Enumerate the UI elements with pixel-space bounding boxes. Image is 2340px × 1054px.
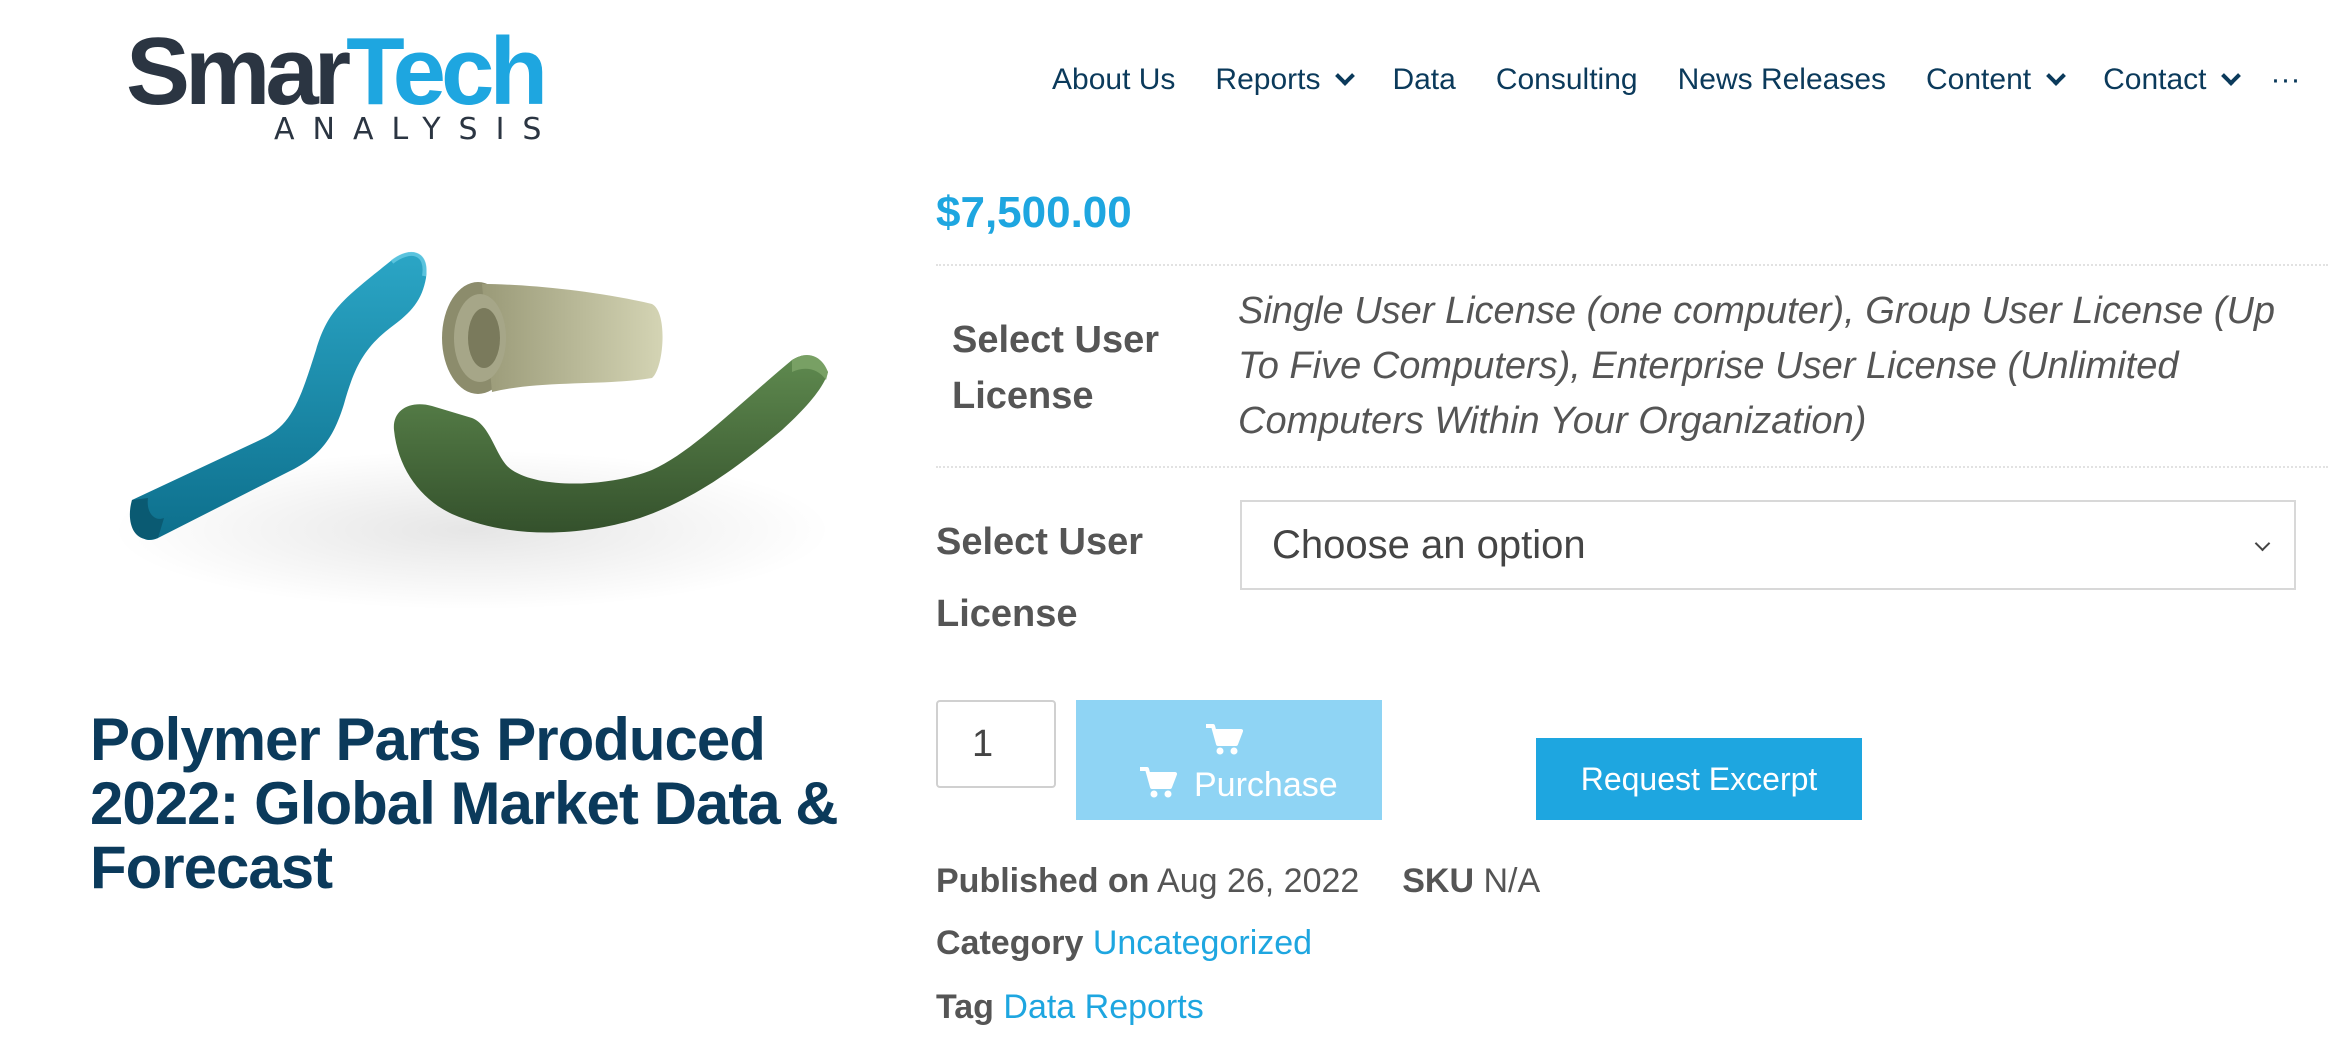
attribute-label: Select User License — [952, 319, 1160, 417]
nav-item-contact[interactable]: Contact — [2103, 63, 2242, 97]
published-date: Aug 26, 2022 — [1157, 862, 1360, 900]
category-link[interactable]: Uncategorized — [1093, 924, 1312, 962]
purchase-button[interactable]: Purchase — [1076, 700, 1382, 820]
chevron-down-icon — [2221, 66, 2242, 86]
published-label: Published on — [936, 862, 1150, 900]
sku-value: N/A — [1483, 862, 1541, 900]
product-image — [112, 252, 832, 610]
divider — [936, 466, 2328, 468]
nav-item-content[interactable]: Content — [1926, 63, 2066, 97]
attribute-value: Single User License (one computer), Grou… — [1238, 290, 2276, 442]
tag-link[interactable]: Data Reports — [1003, 988, 1203, 1026]
nav-label: Consulting — [1495, 63, 1638, 96]
chevron-down-icon — [2254, 535, 2271, 552]
variation-label: Select User License — [936, 521, 1144, 635]
nav-label: Content — [1926, 63, 2032, 96]
site-logo[interactable]: SmarTech ANALYSIS — [126, 24, 548, 148]
nav-label: Data — [1392, 63, 1456, 96]
license-select-value: Choose an option — [1272, 522, 1586, 567]
nav-label: News Releases — [1677, 63, 1887, 96]
quantity-input[interactable]: 1 — [936, 700, 1056, 788]
logo-word-2: Tech — [346, 18, 548, 125]
sku-label: SKU — [1402, 862, 1475, 900]
product-meta-category: Category Uncategorized — [936, 924, 1312, 963]
main-nav: About Us Reports Data Consulting News Re… — [1052, 60, 2300, 100]
nav-item-consulting[interactable]: Consulting — [1496, 63, 1638, 97]
nav-item-about-us[interactable]: About Us — [1052, 63, 1175, 97]
chevron-down-icon — [1335, 66, 1356, 86]
purchase-label: Purchase — [1194, 766, 1338, 804]
product-meta-tag: Tag Data Reports — [936, 988, 1204, 1027]
nav-label: Contact — [2103, 63, 2207, 96]
category-label: Category — [936, 924, 1084, 962]
logo-subtitle: ANALYSIS — [274, 112, 560, 147]
nav-more-icon[interactable]: ··· — [2270, 63, 2300, 97]
divider — [936, 264, 2328, 266]
cart-icon — [1140, 767, 1177, 798]
nav-label: About Us — [1052, 63, 1176, 96]
logo-word-1: Smar — [126, 18, 351, 125]
nav-label: Reports — [1215, 63, 1321, 96]
license-select[interactable]: Choose an option — [1240, 500, 2296, 590]
request-excerpt-button[interactable]: Request Excerpt — [1536, 738, 1862, 820]
product-title: Polymer Parts Produced 2022: Global Mark… — [90, 706, 839, 902]
product-price: $7,500.00 — [936, 188, 1132, 237]
chevron-down-icon — [2046, 66, 2066, 86]
cart-icon — [1206, 724, 1243, 755]
product-meta-published: Published on Aug 26, 2022 SKU N/A — [936, 862, 1540, 901]
tag-label: Tag — [936, 988, 994, 1026]
nav-item-data[interactable]: Data — [1392, 63, 1455, 97]
logo-wordmark: SmarTech — [126, 24, 548, 120]
nav-item-news-releases[interactable]: News Releases — [1678, 63, 1886, 97]
nav-item-reports[interactable]: Reports — [1215, 63, 1356, 97]
